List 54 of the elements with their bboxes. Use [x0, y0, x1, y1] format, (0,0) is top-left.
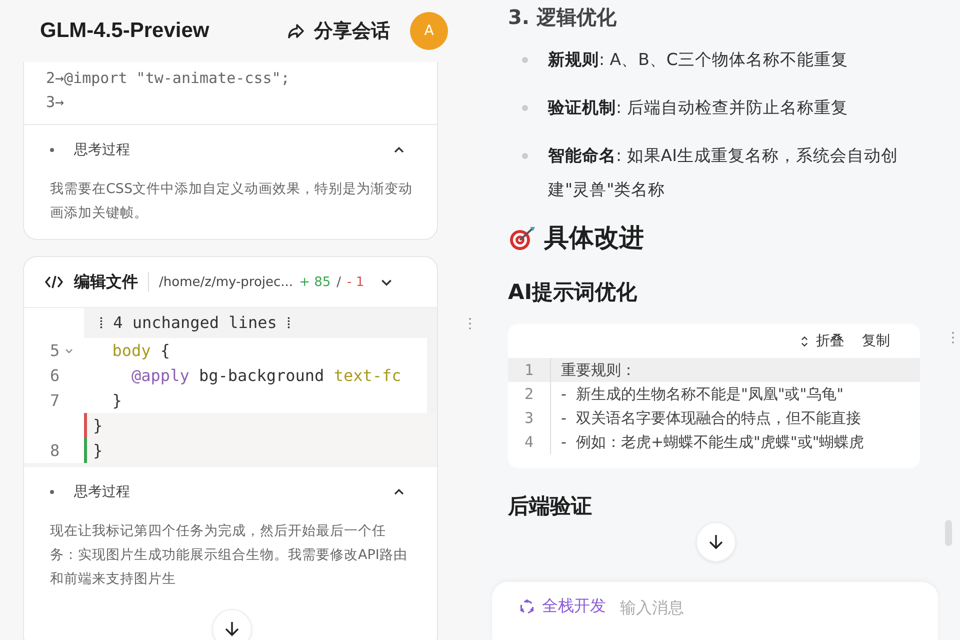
file-path: /home/z/my-projec... [159, 274, 294, 290]
line-number: 3 [508, 406, 551, 430]
expand-collapse-icon [801, 336, 808, 346]
bullet-item: 智能命名: 如果AI生成重复名称，系统会自动创建"灵兽"类名称 [548, 145, 899, 201]
copy-button[interactable]: 复制 [858, 330, 894, 352]
code-line: @apply bg-background text-fc [130, 366, 402, 385]
scroll-down-button[interactable] [696, 522, 736, 562]
thinking-title: 思考过程 [74, 483, 131, 501]
bullet-item: 验证机制: 后端自动检查并防止名称重复 [548, 97, 848, 119]
share-button[interactable]: 分享会话 [280, 14, 396, 48]
line-number: 8 [50, 441, 61, 460]
line-number: 1 [508, 358, 551, 382]
section-heading: 3. 逻辑优化 [508, 4, 618, 31]
bullet-icon [522, 57, 528, 63]
unchanged-lines-label[interactable]: ⁞ 4 unchanged lines ⁞ [87, 313, 291, 333]
message-input[interactable]: 输入消息 [620, 596, 912, 619]
line-number: 7 [50, 391, 61, 410]
code-line: body { [111, 341, 170, 360]
model-title: GLM-4.5-Preview [40, 19, 210, 43]
scroll-down-button[interactable] [212, 609, 252, 640]
removed-count: - 1 [347, 274, 364, 290]
scrollbar-thumb[interactable] [945, 520, 952, 546]
fold-icon[interactable] [65, 346, 73, 354]
code-line: } [92, 441, 103, 460]
code-line: - 例如：老虎+蝴蝶不能生成"虎蝶"或"蝴蝶虎 [561, 432, 864, 452]
line-number: 4 [508, 430, 551, 454]
thinking-title: 思考过程 [74, 141, 131, 159]
loop-icon [518, 598, 536, 616]
line-number: 6 [50, 366, 61, 385]
subheading: AI提示词优化 [508, 279, 638, 306]
code-line: } [111, 391, 122, 410]
line-number: 5 [50, 341, 61, 360]
code-line: 2→@import "tw-animate-css"; [46, 68, 291, 89]
thinking-text: 我需要在CSS文件中添加自定义动画效果，特别是为渐变动画添加关键帧。 [50, 180, 413, 223]
mode-chip[interactable]: 全栈开发 [518, 596, 606, 617]
bullet-icon [50, 490, 54, 494]
collapse-button[interactable]: 折叠 [797, 330, 848, 352]
added-count: + 85 [299, 274, 331, 290]
share-icon [286, 21, 306, 41]
code-line: 重要规则： [561, 360, 636, 380]
subheading: 后端验证 [508, 493, 593, 520]
code-line: 3→ [46, 92, 66, 113]
code-line: - 新生成的生物名称不能是"凤凰"或"乌龟" [561, 384, 844, 404]
line-number: 2 [508, 382, 551, 406]
thinking-text: 现在让我标记第四个任务为完成，然后开始最后一个任务：实现图片生成功能展示组合生物。我需要修改API路由和前端来支持图片生 [50, 522, 408, 589]
edit-title: 编辑文件 [74, 272, 138, 292]
code-line: - 双关语名字要体现融合的特点，但不能直接 [561, 408, 861, 428]
code-line: } [92, 416, 103, 435]
bullet-icon [522, 105, 528, 111]
heading: 具体改进 [544, 222, 644, 254]
separator-text: / [336, 274, 342, 290]
bullet-icon [50, 148, 54, 152]
bullet-item: 新规则: A、B、C三个物体名称不能重复 [548, 49, 848, 71]
bullet-icon [522, 153, 528, 159]
